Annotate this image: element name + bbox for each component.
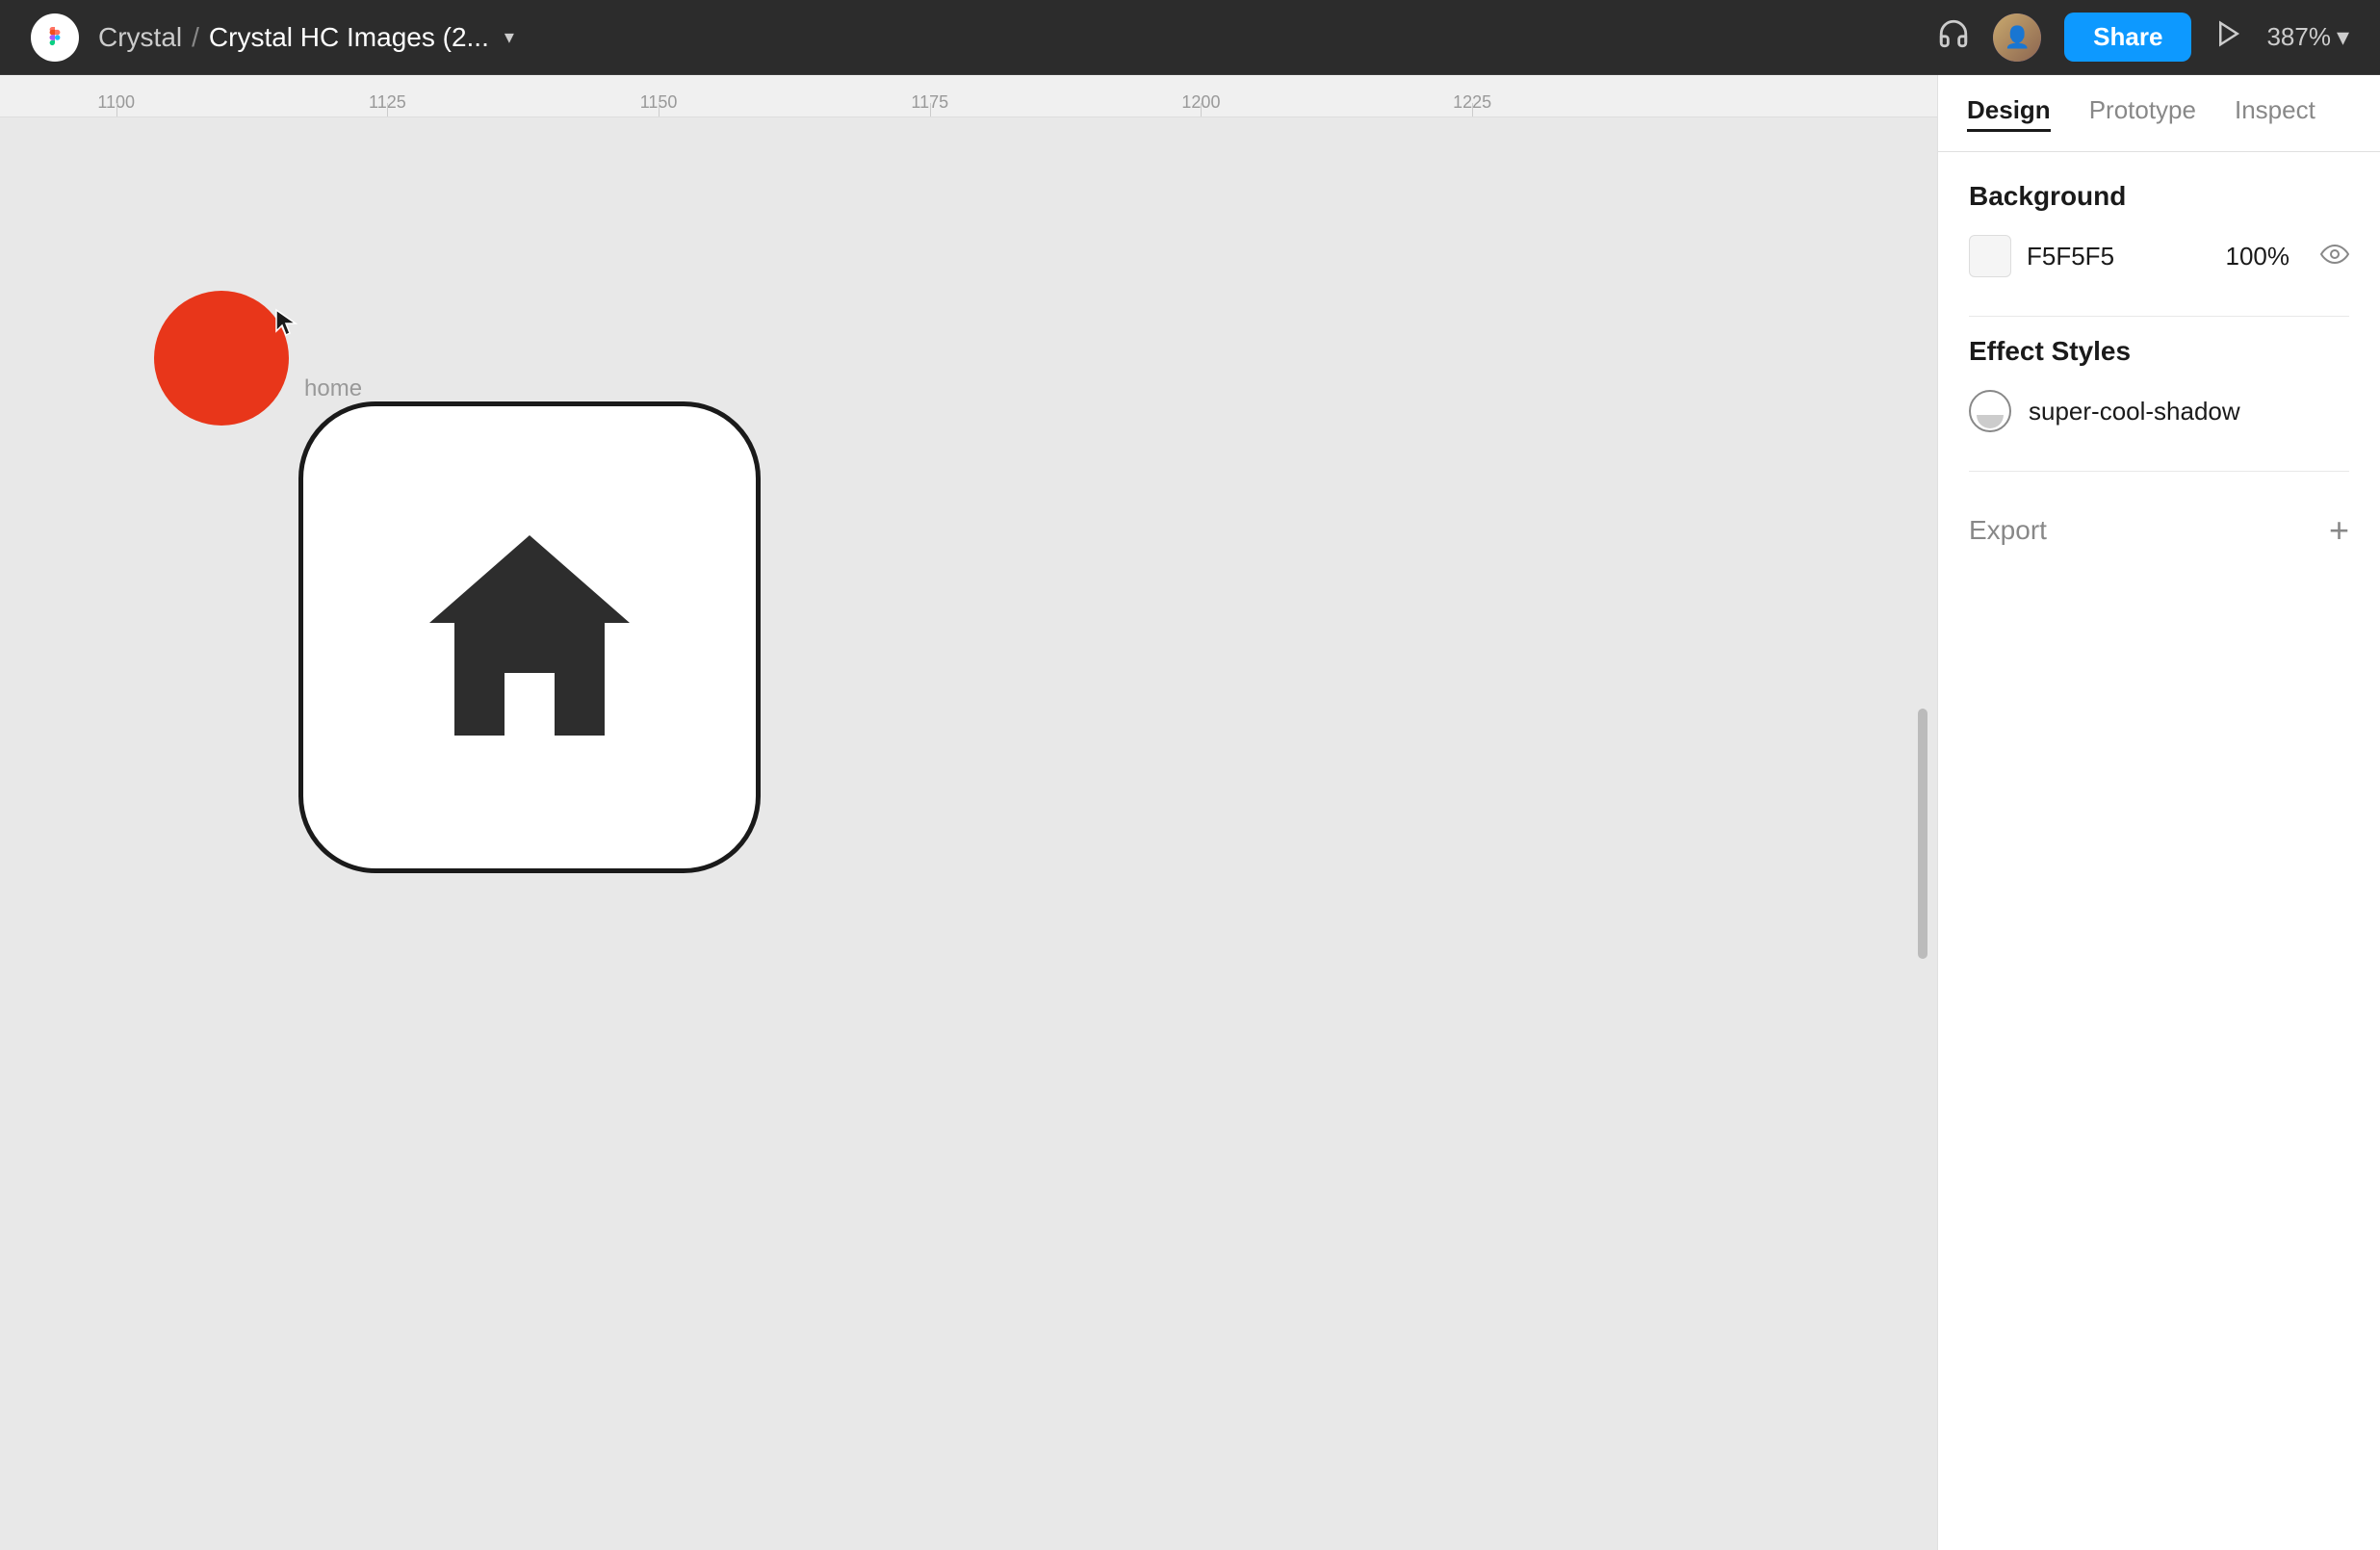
ruler-tick [930,103,931,116]
zoom-chevron-icon: ▾ [2337,22,2349,52]
share-button[interactable]: Share [2064,13,2191,62]
scrollbar-track[interactable] [1916,709,1929,959]
scrollbar-thumb[interactable] [1918,709,1927,959]
breadcrumb: Crystal / Crystal HC Images (2... ▾ [98,22,514,53]
home-icon [404,510,655,765]
topbar-left: Crystal / Crystal HC Images (2... ▾ [31,13,514,62]
background-section-title: Background [1969,181,2349,212]
canvas-area: 1100 1125 1150 1175 1200 1225 [0,75,1937,1550]
headphones-icon[interactable] [1937,17,1970,57]
ruler: 1100 1125 1150 1175 1200 1225 [0,75,1937,117]
add-export-button[interactable]: + [2329,510,2349,551]
ruler-tick [659,103,660,116]
effect-style-row: super-cool-shadow [1969,390,2349,432]
ruler-tick [1201,103,1202,116]
home-card[interactable] [298,401,761,873]
panel-tabs: Design Prototype Inspect [1938,75,2380,152]
right-panel: Design Prototype Inspect Background F5F5… [1937,75,2380,1550]
zoom-level[interactable]: 387% ▾ [2266,22,2349,52]
red-circle[interactable] [154,291,289,426]
export-row: Export + [1969,510,2349,551]
effect-style-name: super-cool-shadow [2029,397,2240,426]
tab-prototype[interactable]: Prototype [2089,95,2196,132]
color-swatch[interactable] [1969,235,2011,277]
divider-2 [1969,471,2349,472]
ruler-tick [387,103,388,116]
background-row: F5F5F5 100% [1969,235,2349,277]
color-hex[interactable]: F5F5F5 [2027,242,2211,271]
play-button[interactable] [2214,19,2243,55]
export-title: Export [1969,515,2047,546]
tab-design[interactable]: Design [1967,95,2051,132]
breadcrumb-file: Crystal HC Images (2... [209,22,489,53]
effect-styles-section-title: Effect Styles [1969,336,2349,367]
ruler-tick [116,103,117,116]
avatar[interactable]: 👤 [1993,13,2041,62]
cursor-icon [274,308,301,346]
main: 1100 1125 1150 1175 1200 1225 [0,75,2380,1550]
color-opacity[interactable]: 100% [2226,242,2290,271]
home-label: home [304,375,362,402]
topbar-right: 👤 Share 387% ▾ [1937,13,2349,62]
ruler-marks: 1100 1125 1150 1175 1200 1225 [0,75,1937,116]
panel-content: Background F5F5F5 100% Effect Styles sup… [1938,152,2380,1550]
figma-logo[interactable] [31,13,79,62]
chevron-down-icon[interactable]: ▾ [504,25,514,49]
ruler-tick [1472,103,1473,116]
divider [1969,316,2349,317]
effect-style-icon [1969,390,2011,432]
export-section: Export + [1969,510,2349,551]
topbar: Crystal / Crystal HC Images (2... ▾ 👤 Sh… [0,0,2380,75]
eye-icon[interactable] [2320,241,2349,271]
breadcrumb-sep: / [192,22,199,53]
canvas[interactable]: home [0,117,1937,1550]
breadcrumb-org: Crystal [98,22,182,53]
tab-inspect[interactable]: Inspect [2235,95,2315,132]
